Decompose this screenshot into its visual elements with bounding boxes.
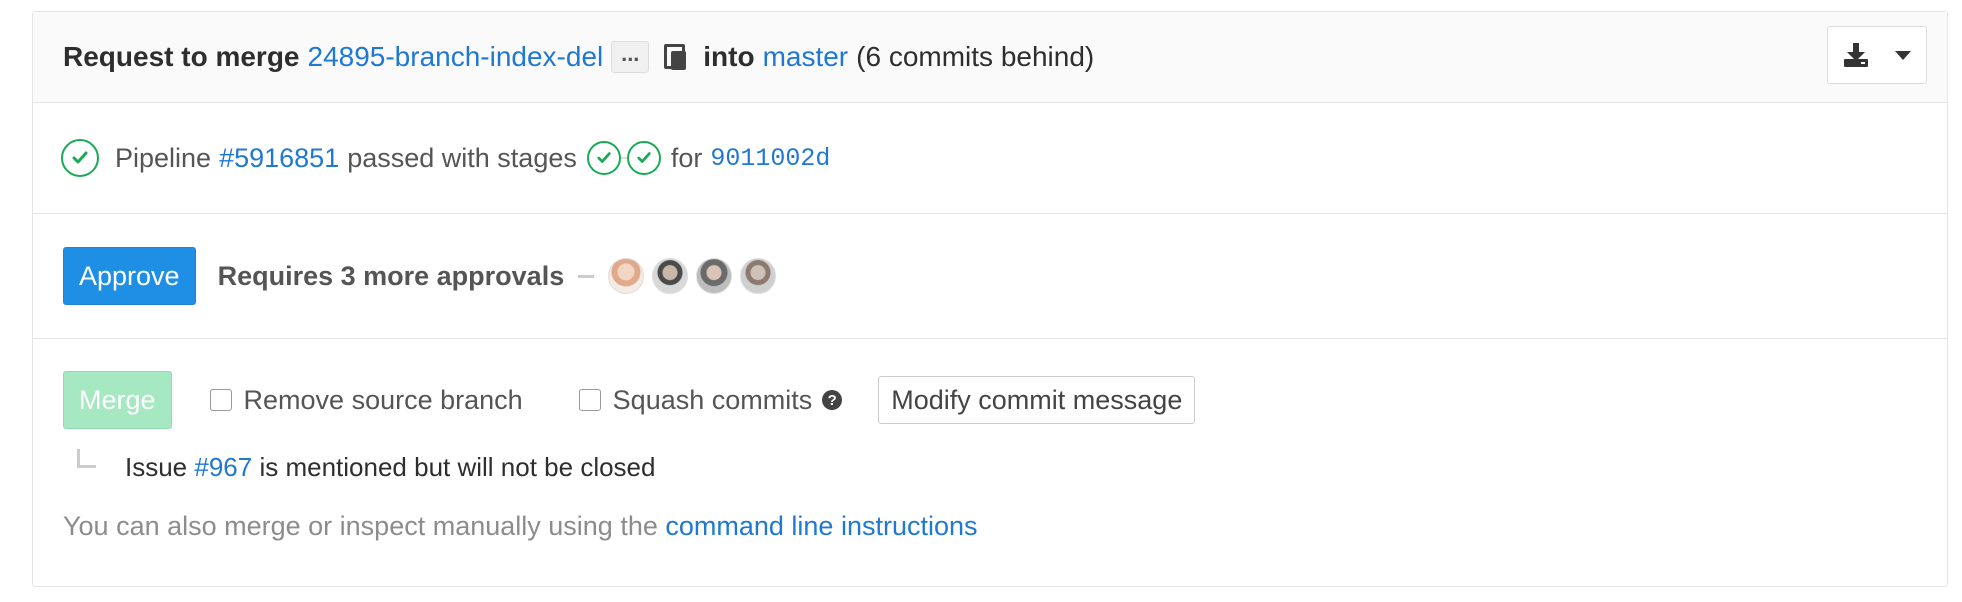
download-dropdown-button[interactable] <box>1827 26 1927 84</box>
merge-row: Merge Remove source branch Squash commit… <box>33 339 1947 542</box>
squash-commits-label: Squash commits <box>612 384 813 415</box>
remove-source-branch-checkbox[interactable] <box>209 389 232 411</box>
related-issues-line: Issue #967 is mentioned but will not be … <box>63 449 1947 485</box>
mr-widget-header: Request to merge 24895-branch-index-del … <box>33 12 1947 103</box>
pipeline-stages <box>586 141 661 175</box>
stage-connector <box>620 157 627 159</box>
approver-avatars <box>608 258 777 294</box>
manual-merge-hint: You can also merge or inspect manually u… <box>63 511 1947 542</box>
issue-mention-text: Issue #967 is mentioned but will not be … <box>125 452 655 483</box>
approvals-required-text: Requires 3 more approvals <box>217 260 565 291</box>
squash-commits-checkbox[interactable] <box>578 389 601 411</box>
merge-controls: Merge Remove source branch Squash commit… <box>63 371 1947 429</box>
approvals-row: Approve Requires 3 more approvals <box>33 214 1947 339</box>
remove-source-branch-label: Remove source branch <box>243 384 523 415</box>
caret-down-icon <box>1895 50 1911 60</box>
download-icon <box>1844 43 1868 67</box>
avatar[interactable] <box>740 258 777 294</box>
tree-elbow-icon <box>77 449 96 468</box>
request-to-merge-label: Request to merge <box>63 41 300 72</box>
into-label: into <box>703 41 755 72</box>
pipeline-id-link[interactable]: #5916851 <box>219 143 339 174</box>
commit-sha-link[interactable]: 9011002d <box>710 144 830 173</box>
avatar[interactable] <box>608 258 645 294</box>
pipeline-status-row: Pipeline #5916851 passed with stages for… <box>33 103 1947 214</box>
target-branch-link[interactable]: master <box>763 41 849 73</box>
commits-behind-text: (6 commits behind) <box>856 41 1095 72</box>
pipeline-label: Pipeline <box>115 142 212 173</box>
for-label: for <box>670 142 703 173</box>
expand-branch-name-button[interactable]: ... <box>611 41 650 73</box>
merge-button[interactable]: Merge <box>63 371 172 429</box>
source-branch-link[interactable]: 24895-branch-index-del <box>308 41 604 73</box>
question-circle-icon[interactable]: ? <box>822 390 843 410</box>
squash-commits-option[interactable]: Squash commits <box>578 384 813 416</box>
command-line-instructions-link[interactable]: command line instructions <box>665 511 977 541</box>
issue-prefix: Issue <box>125 451 188 482</box>
avatar[interactable] <box>652 258 689 294</box>
modify-commit-message-button[interactable]: Modify commit message <box>878 376 1196 424</box>
issue-link[interactable]: #967 <box>194 452 252 482</box>
pipeline-status-text: passed with stages <box>347 142 577 173</box>
separator-dash <box>578 274 595 278</box>
stage-check-circle-icon[interactable] <box>586 141 621 175</box>
remove-source-branch-option[interactable]: Remove source branch <box>209 384 523 416</box>
merge-request-widget: Request to merge 24895-branch-index-del … <box>32 11 1948 587</box>
approve-button[interactable]: Approve <box>63 247 196 305</box>
manual-merge-text: You can also merge or inspect manually u… <box>63 511 658 541</box>
stage-check-circle-icon[interactable] <box>626 141 661 175</box>
avatar[interactable] <box>696 258 733 294</box>
clipboard-icon[interactable] <box>661 42 689 72</box>
check-circle-icon[interactable] <box>61 139 99 177</box>
issue-suffix: is mentioned but will not be closed <box>259 451 656 482</box>
